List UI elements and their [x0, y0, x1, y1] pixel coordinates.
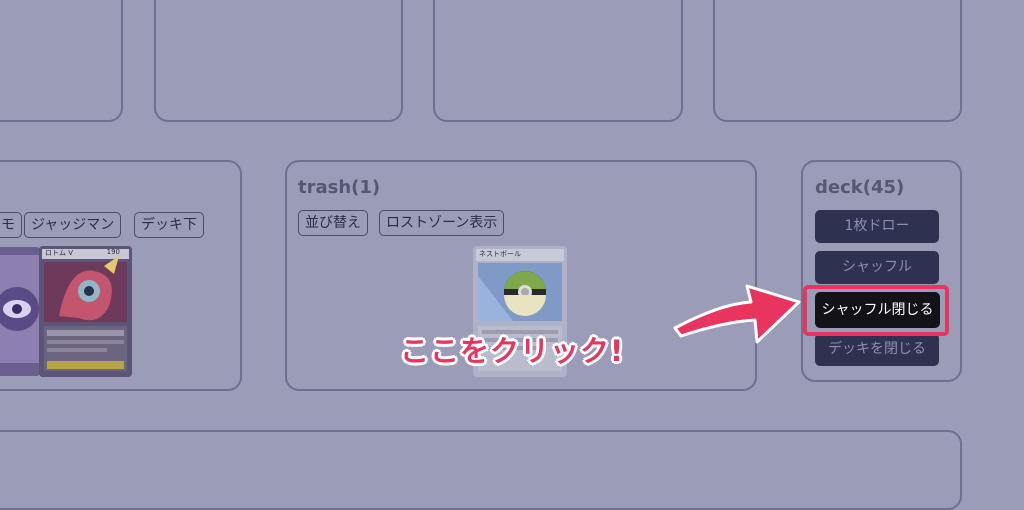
zone-top-4: [713, 0, 962, 122]
zone-top-1: [0, 0, 123, 122]
judgeman-button[interactable]: ジャッジマン: [24, 212, 122, 238]
left-button-partial[interactable]: モ: [0, 212, 22, 238]
shuffle-button[interactable]: シャッフル: [815, 251, 939, 284]
arrow-icon: [673, 284, 801, 344]
rotom-card-name: ロトム V: [45, 249, 74, 257]
deck-title: deck(45): [815, 177, 905, 198]
energy-card[interactable]: [0, 247, 40, 376]
close-deck-button[interactable]: デッキを閉じる: [815, 333, 939, 366]
nest-ball-card-name: ネストボール: [479, 250, 521, 258]
trash-title: trash(1): [298, 177, 381, 198]
lost-zone-button[interactable]: ロストゾーン表示: [379, 210, 505, 236]
highlight-box: [803, 285, 949, 336]
draw-one-button[interactable]: 1枚ドロー: [815, 210, 939, 243]
rotom-v-artwork: [39, 246, 132, 377]
rotom-v-card[interactable]: ロトム V 190: [39, 246, 132, 377]
deck-bottom-button[interactable]: デッキ下: [134, 212, 204, 238]
psychic-energy-icon: [0, 247, 40, 376]
zone-bottom: [0, 430, 962, 510]
click-here-annotation: ここをクリック!: [400, 334, 625, 368]
rotom-card-hp: 190: [106, 248, 120, 256]
zone-top-2: [154, 0, 403, 122]
zone-top-3: [433, 0, 683, 122]
sort-button[interactable]: 並び替え: [298, 210, 368, 236]
